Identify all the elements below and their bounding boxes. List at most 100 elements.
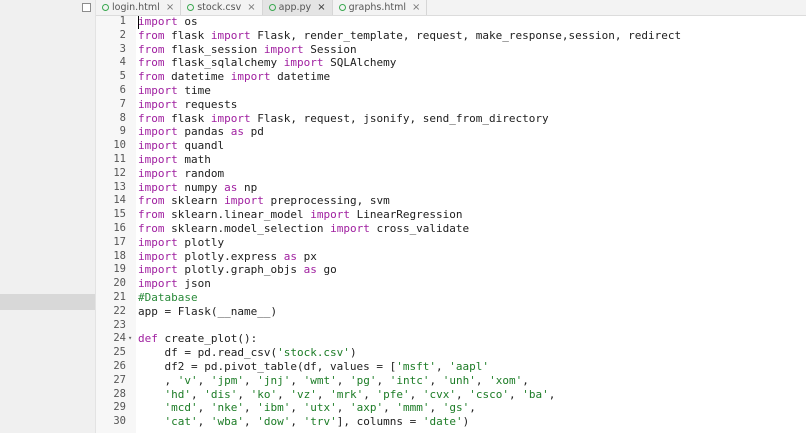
code-line[interactable]: 18 import plotly.express as px bbox=[96, 250, 806, 264]
string-token: 'dow' bbox=[257, 415, 291, 429]
line-number: 8 bbox=[119, 111, 126, 124]
line-number: 30 bbox=[113, 415, 126, 428]
code-line[interactable]: 27 , 'v', 'jpm', 'jnj', 'wmt', 'pg', 'in… bbox=[96, 374, 806, 388]
code-token: plotly bbox=[177, 235, 225, 249]
line-number: 13 bbox=[113, 180, 126, 193]
code-line[interactable]: 4 from flask_sqlalchemy import SQLAlchemy bbox=[96, 56, 806, 70]
close-icon[interactable]: × bbox=[412, 2, 420, 13]
code-line[interactable]: 29 'mcd', 'nke', 'ibm', 'utx', 'axp', 'm… bbox=[96, 401, 806, 415]
line-number: 25 bbox=[113, 346, 126, 359]
sidebar-selected-item[interactable] bbox=[0, 294, 95, 310]
tab-graphs-html[interactable]: graphs.html × bbox=[332, 0, 428, 15]
string-token: 'cvx' bbox=[422, 387, 456, 401]
code-token: df = pd.read_csv( bbox=[138, 346, 278, 360]
code-line[interactable]: 30 'cat', 'wba', 'dow', 'trv'], columns … bbox=[96, 415, 806, 429]
code-editor[interactable]: 1 import os 2 from flask import Flask, rend… bbox=[96, 15, 806, 429]
keyword-token: from bbox=[138, 221, 165, 235]
fold-arrow-icon[interactable]: ▾ bbox=[128, 332, 132, 346]
keyword-token: import bbox=[310, 208, 350, 222]
code-line[interactable]: 26 df2 = pd.pivot_table(df, values = ['m… bbox=[96, 360, 806, 374]
tab-stock-csv[interactable]: stock.csv × bbox=[181, 0, 263, 15]
string-token: 'ibm' bbox=[257, 401, 291, 415]
string-token: 'hd' bbox=[164, 387, 192, 401]
code-line[interactable]: 22 app = Flask(__name__) bbox=[96, 305, 806, 319]
file-status-icon bbox=[338, 4, 346, 11]
tab-login-html[interactable]: login.html × bbox=[96, 0, 182, 15]
code-line[interactable]: 6 import time bbox=[96, 84, 806, 98]
keyword-token: from bbox=[138, 28, 165, 42]
code-token: np bbox=[237, 180, 258, 194]
code-token: , bbox=[429, 373, 443, 387]
keyword-token: as bbox=[303, 263, 317, 277]
line-number: 28 bbox=[113, 387, 126, 400]
code-text: , 'v', 'jpm', 'jnj', 'wmt', 'pg', 'intc'… bbox=[138, 373, 529, 388]
code-line[interactable]: 16 from sklearn.model_selection import cr… bbox=[96, 222, 806, 236]
code-line[interactable]: 8 from flask import Flask, request, jsoni… bbox=[96, 112, 806, 126]
line-number: 27 bbox=[113, 373, 126, 386]
comment-token: #Database bbox=[138, 290, 198, 304]
code-line[interactable]: 7 import requests bbox=[96, 98, 806, 112]
code-text: from flask import Flask, render_template… bbox=[138, 29, 681, 43]
code-token: SQLAlchemy bbox=[323, 56, 397, 70]
line-number: 22 bbox=[113, 304, 126, 317]
sidebar-toggle-icon[interactable] bbox=[82, 3, 91, 12]
string-token: 'utx' bbox=[303, 401, 337, 415]
code-token: , bbox=[436, 359, 450, 373]
code-line[interactable]: 2 from flask import Flask, render_templat… bbox=[96, 29, 806, 43]
close-icon[interactable]: × bbox=[317, 2, 325, 13]
string-token: 'pg' bbox=[350, 373, 377, 387]
code-line[interactable]: 23 bbox=[96, 319, 806, 333]
code-token: os bbox=[177, 15, 198, 28]
code-token: , bbox=[197, 415, 211, 429]
code-line[interactable]: 14 from sklearn import preprocessing, svm bbox=[96, 194, 806, 208]
code-token: datetime bbox=[164, 70, 231, 84]
keyword-token: from bbox=[138, 56, 165, 70]
line-number: 3 bbox=[119, 42, 126, 55]
code-token: , bbox=[277, 387, 291, 401]
string-token: 'xom' bbox=[489, 373, 523, 387]
keyword-token: import bbox=[138, 152, 178, 166]
code-line[interactable]: 1 import os bbox=[96, 15, 806, 29]
code-text: import json bbox=[138, 277, 211, 291]
code-line[interactable]: 20 import json bbox=[96, 277, 806, 291]
code-line[interactable]: 28 'hd', 'dis', 'ko', 'vz', 'mrk', 'pfe'… bbox=[96, 388, 806, 402]
code-line[interactable]: 24 ▾ def create_plot(): bbox=[96, 332, 806, 346]
code-line[interactable]: 21 #Database bbox=[96, 291, 806, 305]
code-token: ], columns = bbox=[336, 415, 423, 429]
keyword-token: as bbox=[224, 180, 238, 194]
string-token: 'gs' bbox=[442, 401, 470, 415]
code-text: from flask_session import Session bbox=[138, 43, 357, 57]
code-line[interactable]: 10 import quandl bbox=[96, 139, 806, 153]
code-token: , bbox=[383, 401, 397, 415]
keyword-token: import bbox=[210, 111, 251, 125]
code-token: , bbox=[244, 415, 258, 429]
string-token: 'ba' bbox=[522, 387, 549, 401]
code-text: import quandl bbox=[138, 139, 224, 153]
code-line[interactable]: 5 from datetime import datetime bbox=[96, 70, 806, 84]
code-token: app = Flask(__name__) bbox=[138, 304, 278, 318]
code-line[interactable]: 19 import plotly.graph_objs as go bbox=[96, 263, 806, 277]
file-status-icon bbox=[187, 4, 195, 11]
close-icon[interactable]: × bbox=[247, 2, 255, 13]
code-line[interactable]: 13 import numpy as np bbox=[96, 181, 806, 195]
code-text: from sklearn.model_selection import cros… bbox=[138, 222, 469, 236]
code-token: , bbox=[522, 373, 529, 387]
code-line[interactable]: 9 import pandas as pd bbox=[96, 125, 806, 139]
code-line[interactable]: 15 from sklearn.linear_model import Linea… bbox=[96, 208, 806, 222]
code-text: df = pd.read_csv('stock.csv') bbox=[138, 346, 356, 360]
code-line[interactable]: 12 import random bbox=[96, 167, 806, 181]
line-number: 1 bbox=[119, 15, 126, 27]
code-line[interactable]: 3 from flask_session import Session bbox=[96, 43, 806, 57]
code-line[interactable]: 17 import plotly bbox=[96, 236, 806, 250]
text-cursor bbox=[138, 16, 139, 29]
tab-app-py[interactable]: app.py × bbox=[262, 0, 333, 15]
code-line[interactable]: 11 import math bbox=[96, 153, 806, 167]
code-token: flask_sqlalchemy bbox=[164, 56, 284, 70]
code-token: math bbox=[177, 152, 211, 166]
code-token: , bbox=[197, 373, 211, 387]
code-line[interactable]: 25 df = pd.read_csv('stock.csv') bbox=[96, 346, 806, 360]
keyword-token: import bbox=[210, 28, 251, 42]
close-icon[interactable]: × bbox=[166, 2, 174, 13]
code-token: , bbox=[469, 401, 476, 415]
code-token: go bbox=[316, 263, 337, 277]
